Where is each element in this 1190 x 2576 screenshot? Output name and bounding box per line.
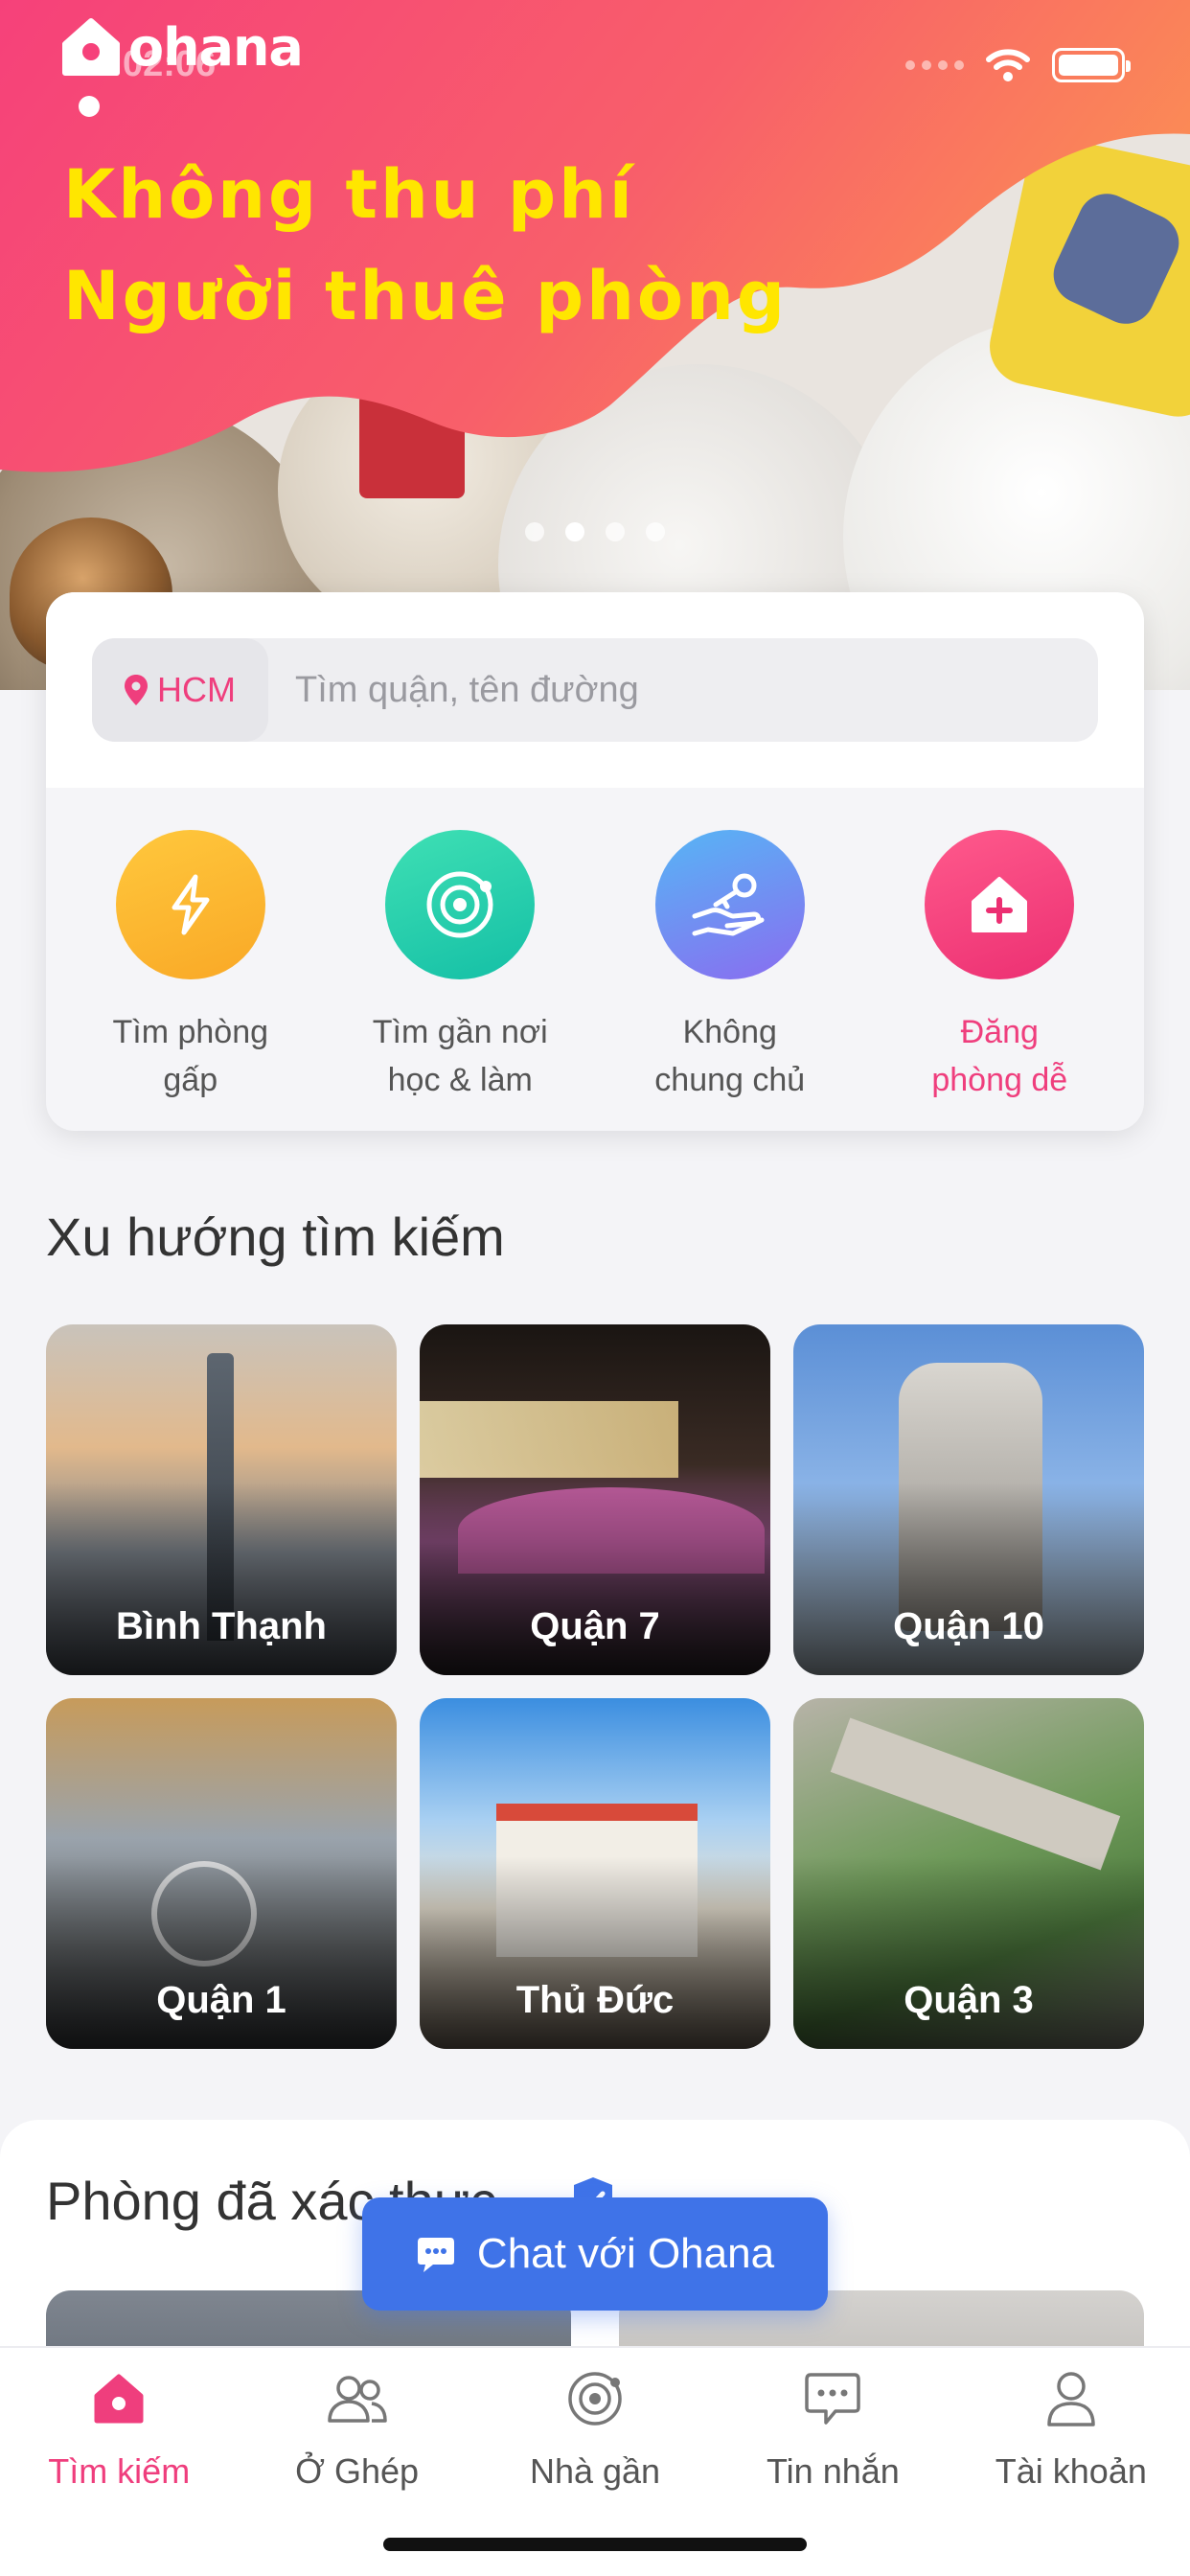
chat-with-ohana-button[interactable]: Chat với Ohana (362, 2197, 828, 2311)
signal-icon (905, 60, 964, 70)
trend-grid: Bình Thạnh Quận 7 Quận 10 Quận 1 Thủ Đức… (46, 1324, 1144, 2049)
orbit-target-icon (426, 871, 493, 938)
tab-label: Nhà gần (529, 2451, 661, 2491)
tab-roommates[interactable]: Ở Ghép (238, 2348, 475, 2501)
location-pin-icon (125, 675, 148, 705)
home-icon (87, 2367, 150, 2430)
quick-action-label: Đăng phòng dễ (931, 1014, 1068, 1098)
quick-action-icon-bg (925, 830, 1075, 979)
house-plus-icon (972, 877, 1028, 932)
carousel-indicator (525, 522, 665, 541)
search-card: HCM Tìm phòng gấp Tìm gần nơ (46, 592, 1144, 1131)
trends-title: Xu hướng tìm kiếm (46, 1207, 505, 1267)
carousel-dot[interactable] (525, 522, 544, 541)
roommates-icon (326, 2367, 389, 2430)
carousel-dot[interactable] (646, 522, 665, 541)
trend-label: Quận 7 (530, 1605, 660, 1647)
search-input[interactable] (268, 669, 1098, 711)
status-icons (905, 48, 1131, 82)
search-bar[interactable]: HCM (92, 638, 1098, 742)
chat-button-label: Chat với Ohana (476, 2230, 775, 2277)
wifi-icon (986, 49, 1030, 81)
trend-label: Quận 10 (893, 1605, 1044, 1647)
park-path-image (830, 1717, 1121, 1871)
hand-key-icon (692, 873, 765, 936)
trend-card-thu-duc[interactable]: Thủ Đức (420, 1698, 770, 2049)
quick-action-post-room[interactable]: Đăng phòng dễ (870, 830, 1129, 1104)
status-time: 02:06 (123, 44, 217, 84)
carousel-dot-active[interactable] (565, 522, 584, 541)
quick-actions: Tìm phòng gấp Tìm gần nơi học & làm Khôn… (46, 788, 1144, 1104)
hero-banner[interactable]: ohana 02:06 Không thu phí Người thuê phò… (0, 0, 1190, 690)
logo-house-icon (62, 18, 120, 76)
home-indicator[interactable] (383, 2538, 807, 2551)
trend-label: Bình Thạnh (116, 1605, 327, 1647)
trend-card-quan-10[interactable]: Quận 10 (793, 1324, 1144, 1675)
trend-label: Thủ Đức (515, 1979, 675, 2021)
trend-card-quan-3[interactable]: Quận 3 (793, 1698, 1144, 2049)
lit-building-image (420, 1401, 678, 1478)
trend-card-quan-1[interactable]: Quận 1 (46, 1698, 397, 2049)
account-icon (1040, 2367, 1103, 2430)
trend-label: Quận 1 (156, 1979, 286, 2021)
quick-action-no-landlord[interactable]: Không chung chủ (601, 830, 859, 1104)
tab-label: Ở Ghép (295, 2451, 420, 2491)
quick-action-icon-bg (385, 830, 536, 979)
nearby-icon (563, 2367, 627, 2430)
city-selector[interactable]: HCM (92, 638, 268, 742)
banner-line-1: Không thu phí (63, 155, 635, 234)
chat-bubble-icon (417, 2238, 454, 2272)
quick-action-label: Tìm phòng gấp (112, 1014, 269, 1098)
tab-search[interactable]: Tìm kiếm (0, 2348, 238, 2501)
trend-card-binh-thanh[interactable]: Bình Thạnh (46, 1324, 397, 1675)
tab-nearby[interactable]: Nhà gần (476, 2348, 714, 2501)
city-label: HCM (157, 670, 236, 709)
lightning-icon (172, 874, 210, 935)
battery-icon (1052, 48, 1131, 82)
carousel-dot[interactable] (606, 522, 625, 541)
trend-card-quan-7[interactable]: Quận 7 (420, 1324, 770, 1675)
banner-headline: Không thu phí Người thuê phòng (63, 144, 788, 347)
tab-label: Tìm kiếm (48, 2451, 191, 2491)
quick-action-label: Tìm gần nơi học & làm (372, 1014, 548, 1098)
quick-action-urgent[interactable]: Tìm phòng gấp (61, 830, 320, 1104)
quick-action-label: Không chung chủ (654, 1014, 806, 1098)
banner-line-2: Người thuê phòng (63, 257, 788, 335)
tab-label: Tài khoản (995, 2451, 1147, 2491)
logo-dot (79, 96, 100, 117)
trend-label: Quận 3 (904, 1979, 1034, 2021)
quick-action-icon-bg (654, 830, 805, 979)
quick-action-icon-bg (115, 830, 265, 979)
tab-label: Tin nhắn (767, 2451, 900, 2491)
tab-account[interactable]: Tài khoản (952, 2348, 1190, 2501)
tab-messages[interactable]: Tin nhắn (714, 2348, 951, 2501)
quick-action-nearby-work[interactable]: Tìm gần nơi học & làm (331, 830, 589, 1104)
message-icon (801, 2367, 864, 2430)
